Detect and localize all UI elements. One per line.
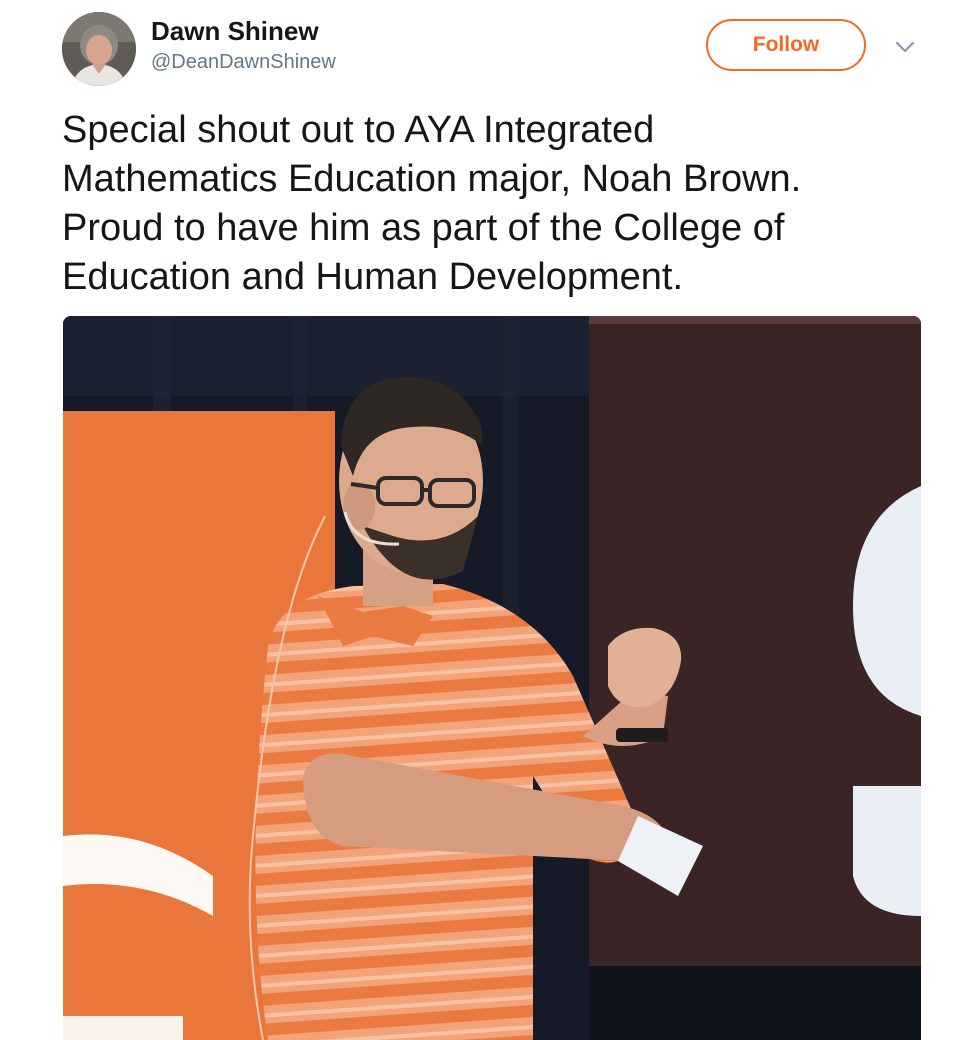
- chevron-down-icon[interactable]: [891, 34, 919, 60]
- presenter-photo: [63, 316, 921, 1040]
- author-name[interactable]: Dawn Shinew: [151, 16, 319, 47]
- follow-button[interactable]: Follow: [706, 19, 866, 71]
- tweet-text-line: Proud to have him as part of the College…: [62, 207, 785, 249]
- author-avatar[interactable]: [62, 12, 136, 86]
- tweet-text-line: Education and Human Development.: [62, 256, 684, 298]
- author-handle[interactable]: @DeanDawnShinew: [151, 51, 336, 74]
- tweet-photo[interactable]: [63, 316, 921, 1040]
- tweet-text-line: Special shout out to AYA Integrated: [62, 109, 655, 151]
- tweet-card: Dawn Shinew @DeanDawnShinew Follow Speci…: [0, 0, 980, 1040]
- tweet-text-line: Mathematics Education major, Noah Brown.: [62, 158, 802, 200]
- avatar-image: [62, 12, 136, 86]
- tweet-text: Special shout out to AYA Integrated Math…: [62, 106, 942, 302]
